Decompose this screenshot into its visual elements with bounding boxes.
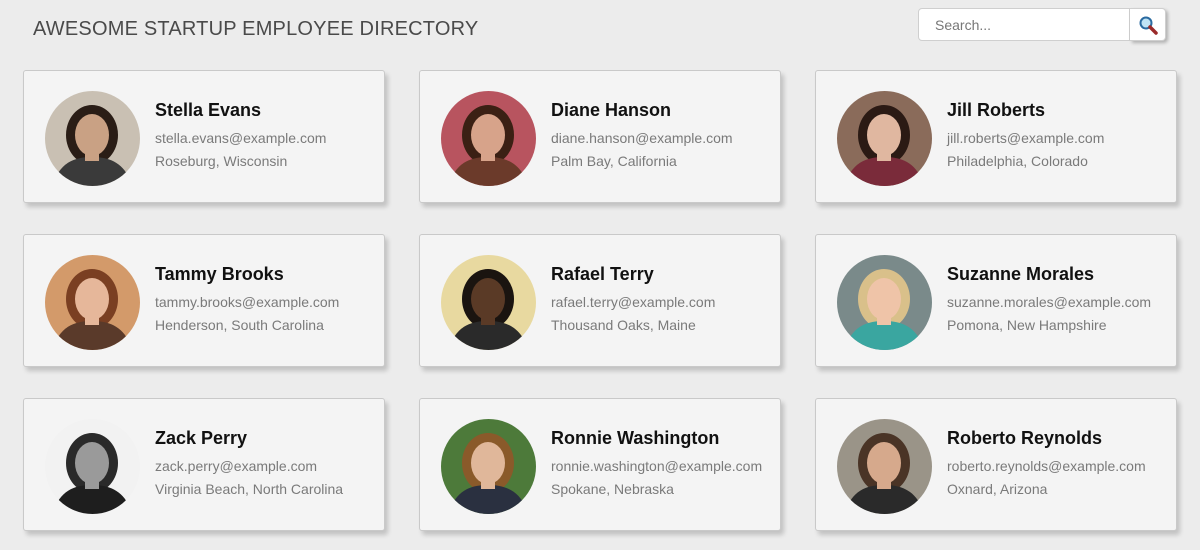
employee-email: rafael.terry@example.com [551,294,716,310]
employee-email: stella.evans@example.com [155,130,327,146]
avatar [441,91,536,186]
employee-name: Diane Hanson [551,100,672,120]
avatar [441,255,536,350]
employee-info: Zack Perry zack.perry@example.com Virginia… [155,428,343,497]
avatar [45,91,140,186]
avatar [45,255,140,350]
search-form [918,8,1166,41]
employee-name: Ronnie Washington [551,428,720,448]
employee-location: Roseburg, Wisconsin [155,153,288,169]
employee-location: Henderson, South Carolina [155,317,324,333]
employee-name: Stella Evans [155,100,262,120]
employee-email: ronnie.washington@example.com [551,458,763,474]
employee-location: Oxnard, Arizona [947,481,1048,497]
employee-name: Roberto Reynolds [947,428,1103,448]
employee-info: Diane Hanson diane.hanson@example.com Palm… [551,100,733,169]
avatar [837,91,932,186]
employee-card[interactable]: Tammy Brooks tammy.brooks@example.com Hend… [23,234,385,367]
employee-card[interactable]: Jill Roberts jill.roberts@example.com Phil… [815,70,1177,203]
employee-card[interactable]: Roberto Reynolds roberto.reynolds@example… [815,398,1177,531]
page-title: AWESOME STARTUP EMPLOYEE DIRECTORY [33,18,479,40]
employee-name: Rafael Terry [551,264,654,284]
employee-location: Philadelphia, Colorado [947,153,1088,169]
employee-info: Rafael Terry rafael.terry@example.com Thou… [551,264,715,333]
avatar [837,419,932,514]
employee-card[interactable]: Stella Evans stella.evans@example.com Rose… [23,70,385,203]
employee-card[interactable]: Ronnie Washington ronnie.washington@examp… [419,398,781,531]
employee-email: zack.perry@example.com [155,458,318,474]
directory-page: AWESOME STARTUP EMPLOYEE DIRECTORY Stell… [0,0,1200,550]
employee-location: Thousand Oaks, Maine [551,317,696,333]
employee-info: Stella Evans stella.evans@example.com Rose… [155,100,326,169]
employee-info: Roberto Reynolds roberto.reynolds@example… [947,428,1146,497]
employee-location: Palm Bay, California [551,153,677,169]
employee-card[interactable]: Suzanne Morales suzanne.morales@example.c… [815,234,1177,367]
employee-card[interactable]: Rafael Terry rafael.terry@example.com Thou… [419,234,781,367]
employee-email: suzanne.morales@example.com [947,294,1152,310]
employee-location: Virginia Beach, North Carolina [155,481,344,497]
employee-location: Spokane, Nebraska [551,481,674,497]
avatar [441,419,536,514]
employee-name: Suzanne Morales [947,264,1095,284]
employee-email: jill.roberts@example.com [947,130,1105,146]
search-input[interactable] [918,8,1130,41]
employee-name: Jill Roberts [947,100,1046,120]
employee-card[interactable]: Diane Hanson diane.hanson@example.com Palm… [419,70,781,203]
employee-info: Tammy Brooks tammy.brooks@example.com Hend… [155,264,339,333]
employee-info: Ronnie Washington ronnie.washington@examp… [551,428,762,497]
employee-card[interactable]: Zack Perry zack.perry@example.com Virginia… [23,398,385,531]
magnifier-icon [1139,16,1158,35]
employee-info: Suzanne Morales suzanne.morales@example.c… [947,264,1151,333]
employee-name: Tammy Brooks [155,264,284,284]
employee-email: tammy.brooks@example.com [155,294,340,310]
search-button[interactable] [1130,8,1166,41]
employee-info: Jill Roberts jill.roberts@example.com Phil… [947,100,1104,169]
avatar [45,419,140,514]
employee-location: Pomona, New Hampshire [947,317,1107,333]
employee-email: roberto.reynolds@example.com [947,458,1146,474]
employee-email: diane.hanson@example.com [551,130,733,146]
avatar [837,255,932,350]
employee-grid: Stella Evans stella.evans@example.com Rose… [23,70,1177,531]
employee-name: Zack Perry [155,428,248,448]
